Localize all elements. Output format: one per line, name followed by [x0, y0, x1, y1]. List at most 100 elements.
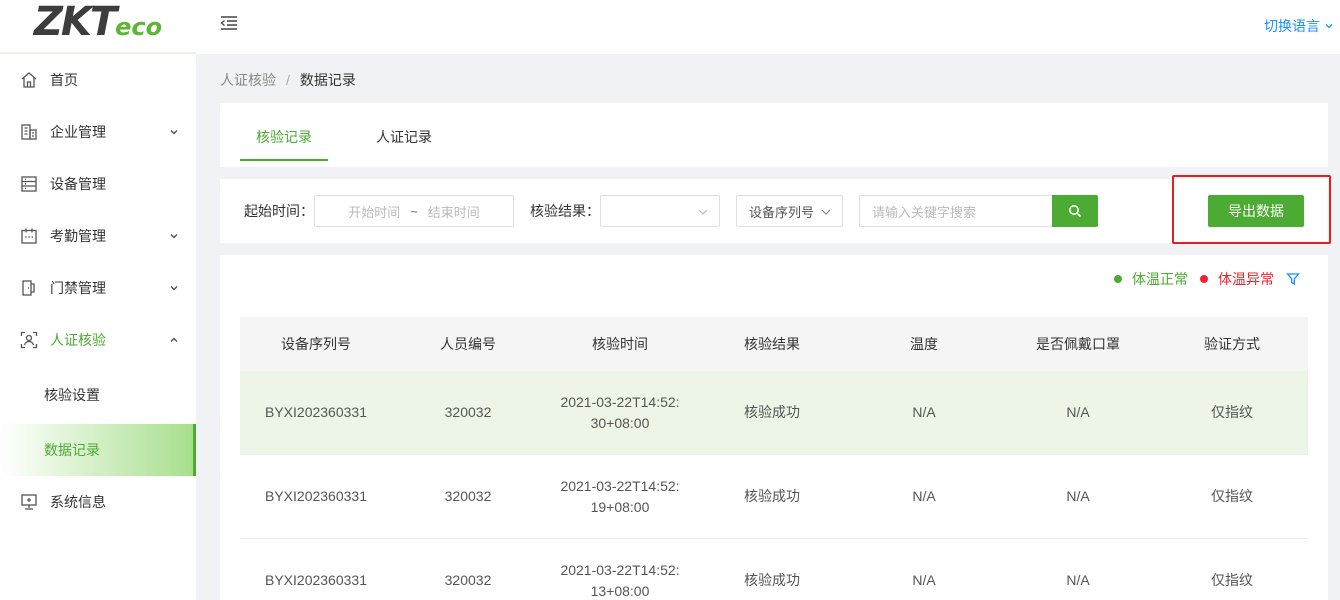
verify-time: 2021-03-22T14:52:19+08:00 — [560, 477, 680, 515]
table-cell: 2021-03-22T14:52:30+08:00 — [544, 392, 696, 434]
table-cell: N/A — [912, 404, 936, 420]
verify-time: 2021-03-22T14:52:30+08:00 — [560, 393, 680, 431]
language-switch-label: 切换语言 — [1264, 18, 1320, 34]
sidebar-item-verification[interactable]: 人证核验 — [0, 314, 196, 366]
result-label: 核验结果： — [530, 203, 600, 219]
table-cell: 320032 — [444, 488, 492, 504]
table-cell: 2021-03-22T14:52:19+08:00 — [544, 476, 696, 518]
home-icon — [20, 71, 38, 89]
column-header: 人员编号 — [440, 335, 496, 352]
column-header: 温度 — [910, 335, 938, 352]
breadcrumb-parent[interactable]: 人证核验 — [220, 72, 276, 88]
device-list-icon — [20, 175, 38, 193]
menu-collapse-icon[interactable] — [220, 15, 238, 31]
tabs-bar: 核验记录 人证记录 — [220, 103, 1328, 167]
table-cell: 320032 — [444, 572, 492, 588]
top-header: 切换语言 — [196, 0, 1340, 54]
chevron-down-icon — [170, 233, 178, 239]
date-range-picker[interactable]: 开始时间 ~ 结束时间 — [314, 195, 514, 227]
table-cell: 320032 — [444, 404, 492, 420]
sidebar-item-access[interactable]: 门禁管理 — [0, 262, 196, 314]
table-cell: 仅指纹 — [1211, 488, 1253, 504]
sidebar-item-verification-settings[interactable]: 核验设置 — [0, 366, 196, 424]
table-row[interactable]: BYXI202360331 320032 2021-03-22T14:52:13… — [240, 539, 1308, 600]
chevron-down-icon — [170, 129, 178, 135]
sidebar-item-label: 系统信息 — [50, 494, 106, 510]
column-header: 是否佩戴口罩 — [1036, 335, 1120, 352]
tab-id-records[interactable]: 人证记录 — [376, 127, 432, 159]
table-cell: 仅指纹 — [1211, 404, 1253, 420]
table-cell: N/A — [1066, 488, 1090, 504]
breadcrumb-current: 数据记录 — [299, 72, 356, 88]
chevron-down-icon — [821, 209, 831, 215]
column-header: 核验时间 — [592, 335, 648, 352]
table-cell: BYXI202360331 — [265, 572, 367, 588]
device-serial-select-value: 设备序列号 — [749, 204, 815, 220]
column-header: 核验结果 — [744, 335, 800, 352]
sidebar-item-label: 首页 — [50, 72, 78, 88]
table-header: 设备序列号 人员编号 核验时间 核验结果 温度 是否佩戴口罩 验证方式 — [240, 317, 1308, 371]
sidebar-item-label: 设备管理 — [50, 176, 106, 192]
face-scan-icon — [20, 331, 38, 349]
chevron-down-icon — [1325, 24, 1333, 29]
sidebar-item-label: 考勤管理 — [50, 228, 106, 244]
sidebar-item-label: 人证核验 — [50, 332, 106, 348]
monitor-icon — [20, 493, 38, 511]
abnormal-dot-icon — [1200, 275, 1208, 283]
column-header: 验证方式 — [1204, 335, 1260, 352]
sidebar-item-data-records[interactable]: 数据记录 — [0, 424, 196, 476]
chevron-up-icon — [170, 337, 178, 343]
legend-abnormal-label: 体温异常 — [1218, 271, 1274, 287]
table-cell: BYXI202360331 — [265, 488, 367, 504]
normal-dot-icon — [1114, 275, 1122, 283]
sidebar-item-system-info[interactable]: 系统信息 — [0, 476, 196, 528]
search-button[interactable] — [1052, 195, 1098, 227]
sidebar-item-label: 企业管理 — [50, 124, 106, 140]
filter-icon[interactable] — [1286, 272, 1300, 286]
records-table: 设备序列号 人员编号 核验时间 核验结果 温度 是否佩戴口罩 验证方式 BYXI… — [240, 317, 1308, 600]
chevron-down-icon — [170, 285, 178, 291]
start-time-placeholder: 开始时间 — [348, 204, 401, 220]
logo-area: ZKT eco — [0, 0, 196, 54]
door-icon — [20, 279, 38, 297]
sidebar-item-home[interactable]: 首页 — [0, 54, 196, 106]
sidebar-item-enterprise[interactable]: 企业管理 — [0, 106, 196, 158]
sidebar-item-attendance[interactable]: 考勤管理 — [0, 210, 196, 262]
legend-normal: 体温正常 — [1114, 269, 1188, 289]
sidebar-item-label: 核验设置 — [44, 387, 100, 403]
device-serial-select[interactable]: 设备序列号 — [736, 195, 843, 227]
search-input[interactable]: 请输入关键字搜索 — [859, 195, 1053, 227]
result-select[interactable] — [600, 195, 720, 227]
calendar-icon — [20, 227, 38, 245]
table-cell: 核验成功 — [744, 572, 800, 588]
sidebar-nav: 首页 企业管理 设备管理 考勤管理 门禁管理 人证核验 核验设置 数据记录 系统… — [0, 54, 196, 528]
range-separator: ~ — [410, 203, 418, 219]
table-cell: BYXI202360331 — [265, 404, 367, 420]
table-cell: 仅指纹 — [1211, 572, 1253, 588]
breadcrumb: 人证核验 / 数据记录 — [220, 70, 356, 90]
start-time-label: 起始时间： — [244, 203, 314, 219]
breadcrumb-separator: / — [286, 72, 290, 88]
temperature-legend: 体温正常 体温异常 — [1114, 269, 1300, 289]
building-icon — [20, 123, 38, 141]
sidebar: ZKT eco 首页 企业管理 设备管理 考勤管理 门禁管理 人证核验 核验设置… — [0, 0, 196, 600]
language-switch[interactable]: 切换语言 — [1264, 16, 1334, 36]
sidebar-item-device[interactable]: 设备管理 — [0, 158, 196, 210]
tab-verification-records[interactable]: 核验记录 — [240, 127, 328, 161]
table-cell: 核验成功 — [744, 488, 800, 504]
table-cell: N/A — [912, 572, 936, 588]
table-cell: N/A — [912, 488, 936, 504]
table-cell: 2021-03-22T14:52:13+08:00 — [544, 560, 696, 600]
column-header: 设备序列号 — [281, 335, 351, 352]
records-table-card: 体温正常 体温异常 设备序列号 人员编号 核验时间 核验结果 温度 是否佩戴口罩… — [220, 255, 1328, 600]
table-row[interactable]: BYXI202360331 320032 2021-03-22T14:52:30… — [240, 371, 1308, 455]
sidebar-item-label: 门禁管理 — [50, 280, 106, 296]
end-time-placeholder: 结束时间 — [427, 204, 480, 220]
chevron-down-icon — [698, 209, 708, 215]
search-icon — [1069, 205, 1082, 218]
export-data-button[interactable]: 导出数据 — [1208, 195, 1304, 227]
table-cell: N/A — [1066, 572, 1090, 588]
verify-time: 2021-03-22T14:52:13+08:00 — [560, 561, 680, 599]
table-row[interactable]: BYXI202360331 320032 2021-03-22T14:52:19… — [240, 455, 1308, 539]
search-placeholder: 请输入关键字搜索 — [872, 204, 977, 220]
